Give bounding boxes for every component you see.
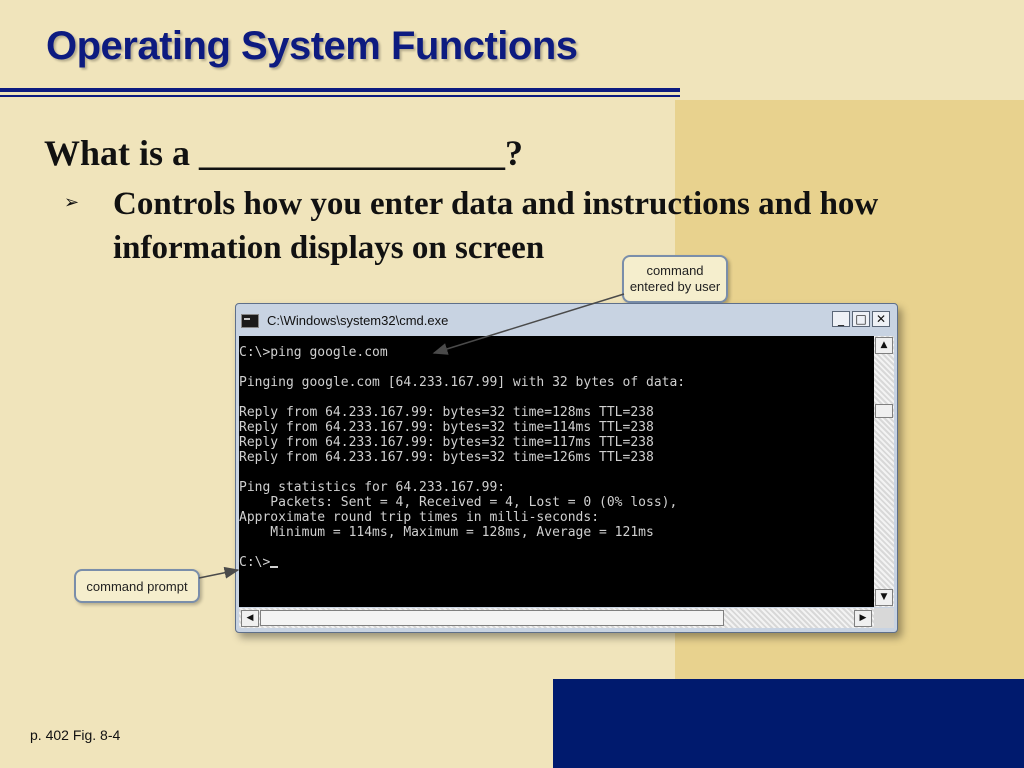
arrow-to-command bbox=[432, 293, 625, 355]
callout-arrows bbox=[198, 293, 625, 579]
page-reference: p. 402 Fig. 8-4 bbox=[30, 727, 121, 743]
arrow-to-prompt bbox=[198, 566, 240, 579]
